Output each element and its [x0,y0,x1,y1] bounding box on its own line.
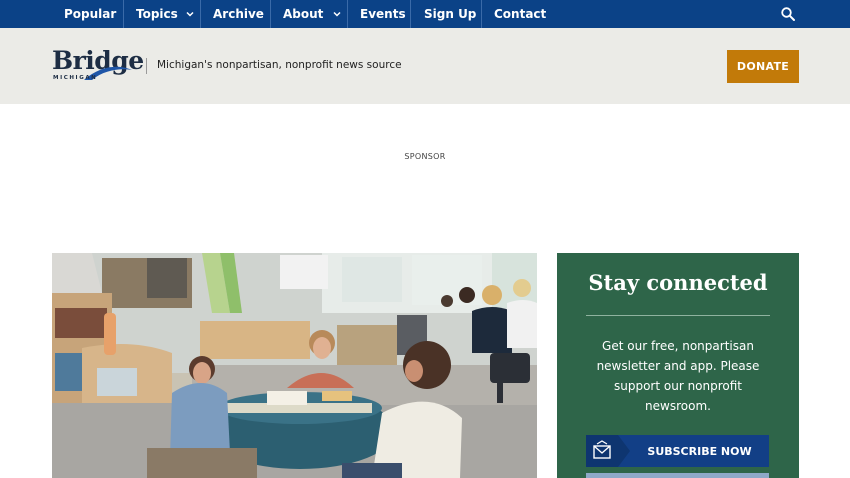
nav-archive[interactable]: Archive [213,0,264,28]
panel-bottom-strip [586,473,769,478]
newsletter-panel: Stay connected Get our free, nonpartisan… [557,253,799,478]
nav-topics[interactable]: Topics [136,0,178,28]
tagline-divider [146,58,147,74]
top-nav: Popular Topics Archive About Events Sign… [0,0,850,28]
newsletter-divider [586,315,770,316]
subscribe-label: SUBSCRIBE NOW [647,444,752,458]
nav-events[interactable]: Events [360,0,406,28]
subscribe-now-button[interactable]: SUBSCRIBE NOW [586,435,769,467]
newsletter-title: Stay connected [588,270,768,295]
nav-divider [410,0,411,28]
nav-divider [347,0,348,28]
nav-contact[interactable]: Contact [494,0,546,28]
classroom-photo [52,253,537,478]
sponsor-label: SPONSOR [404,152,446,161]
envelope-icon [593,435,630,467]
masthead: Bridge MICHIGAN Michigan's nonpartisan, … [0,28,850,104]
nav-sign-up[interactable]: Sign Up [424,0,476,28]
site-tagline: Michigan's nonpartisan, nonprofit news s… [157,59,402,71]
nav-popular[interactable]: Popular [64,0,116,28]
nav-divider [481,0,482,28]
chevron-down-icon[interactable] [332,9,342,19]
nav-divider [123,0,124,28]
newsletter-body: Get our free, nonpartisan newsletter and… [596,339,760,413]
subscribe-arrow-shape [618,435,630,467]
donate-button[interactable]: DONATE [727,50,799,83]
hero-photo[interactable] [52,253,537,478]
chevron-down-icon[interactable] [185,9,195,19]
search-icon[interactable] [780,6,796,22]
subscribe-icon-box [586,435,630,467]
nav-divider [270,0,271,28]
nav-about[interactable]: About [283,0,323,28]
bridge-michigan-logo[interactable]: Bridge MICHIGAN [52,46,144,84]
logo-subtext: MICHIGAN [53,75,98,81]
nav-divider [200,0,201,28]
